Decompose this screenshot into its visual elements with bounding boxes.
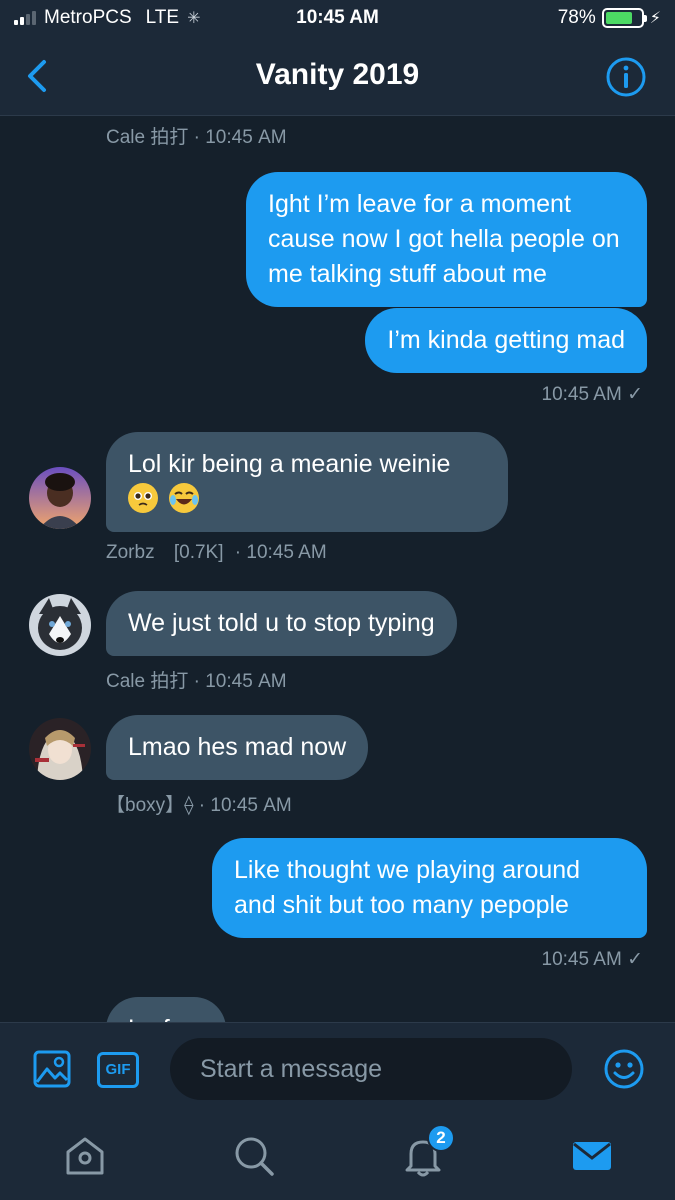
outgoing-message[interactable]: Ight I’m leave for a moment cause now I … (246, 172, 647, 307)
charging-bolt-icon: ⚡ (649, 10, 661, 27)
gif-button[interactable]: GIF (97, 1052, 139, 1088)
message-composer: GIF (0, 1022, 675, 1114)
battery-fill (605, 12, 633, 24)
message-meta: 10:45 AM ✓ (541, 384, 643, 405)
message-list[interactable]: Cale 拍打 · 10:45 AM Ight I’m leave for a … (0, 117, 675, 1022)
incoming-message[interactable]: Lmao hes mad now (106, 715, 369, 780)
notification-badge: 2 (427, 1124, 455, 1152)
incoming-message[interactable]: Lol kir being a meanie weinie (106, 432, 508, 532)
tab-bar: 2 (0, 1114, 675, 1200)
sender-tag: [0.7K] (173, 542, 224, 563)
battery-percent: 78% (557, 7, 596, 28)
info-button[interactable] (605, 56, 647, 98)
avatar[interactable] (29, 467, 91, 529)
message-meta: Cale 拍打 · 10:45 AM (106, 671, 287, 692)
sender-name: Zorbz (106, 542, 155, 563)
outgoing-message[interactable]: Like thought we playing around and shit … (212, 838, 647, 938)
conversation-title: Vanity 2019 (255, 58, 420, 91)
chat-header: Vanity 2019 (0, 38, 675, 116)
outgoing-message[interactable]: I’m kinda getting mad (365, 308, 647, 373)
incoming-message[interactable]: Lmfao (106, 997, 226, 1022)
battery-icon (601, 8, 647, 28)
message-time: · 10:45 AM (234, 542, 327, 563)
image-button[interactable] (32, 1049, 72, 1089)
message-meta: Cale 拍打 · 10:45 AM (106, 127, 287, 148)
message-meta: 【boxy】⟠ · 10:45 AM (106, 795, 292, 816)
avatar[interactable] (29, 718, 91, 780)
back-button[interactable] (20, 56, 56, 96)
message-meta: Zorbz [0.7K] · 10:45 AM (106, 542, 327, 564)
tears-of-joy-emoji (168, 483, 199, 513)
avatar[interactable] (29, 594, 91, 656)
incoming-message[interactable]: We just told u to stop typing (106, 591, 457, 656)
pleading-face-emoji (128, 483, 158, 513)
emoji-button[interactable] (603, 1048, 645, 1090)
notifications-tab[interactable]: 2 (401, 1124, 455, 1178)
search-icon[interactable] (232, 1134, 276, 1178)
message-text: Lol kir being a meanie weinie (128, 450, 451, 478)
message-input[interactable] (170, 1038, 572, 1100)
status-bar: MetroPCS LTE ✳ 10:45 AM 78% ⚡ (0, 0, 675, 38)
home-icon[interactable] (63, 1134, 107, 1178)
status-right: 78% ⚡ (558, 7, 661, 29)
message-meta: 10:45 AM ✓ (541, 949, 643, 970)
messages-icon[interactable] (570, 1134, 614, 1178)
